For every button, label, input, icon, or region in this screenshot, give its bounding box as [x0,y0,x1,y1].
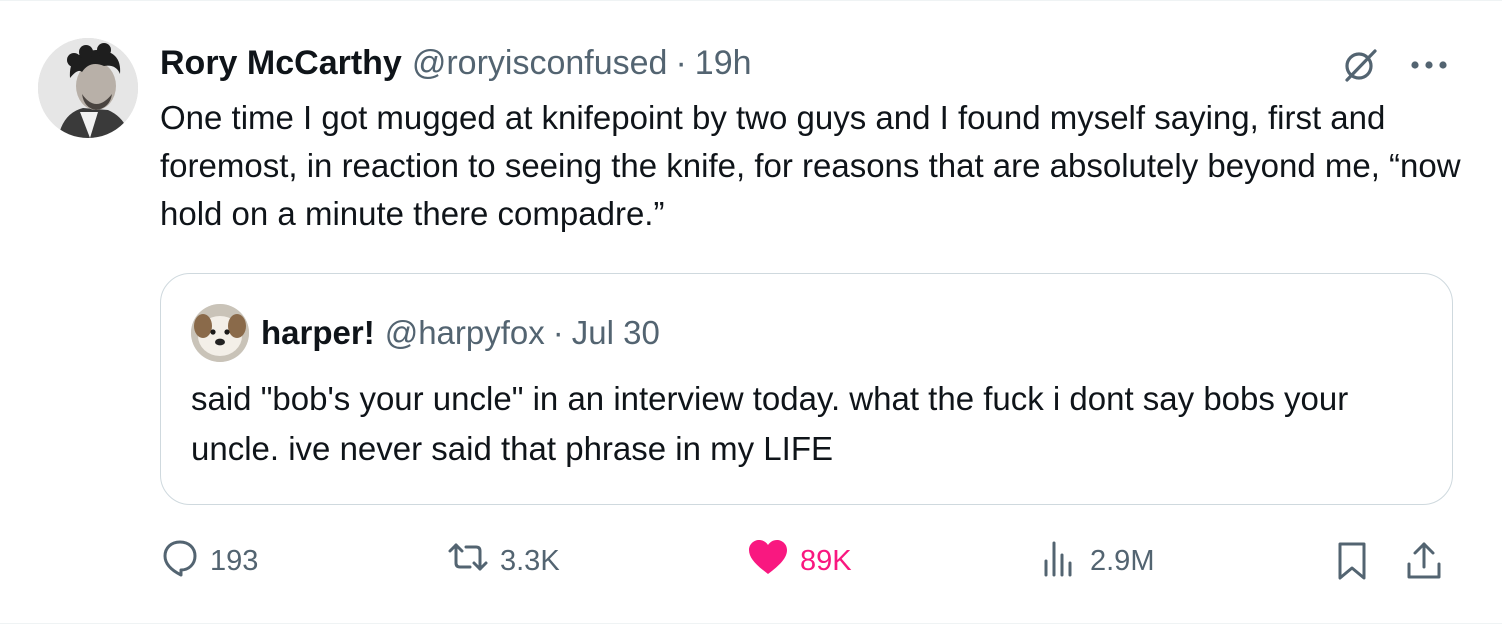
repost-count: 3.3K [500,544,560,577]
quote-avatar[interactable] [191,304,249,362]
quote-user-handle[interactable]: @harpyfox [385,314,545,352]
grok-icon[interactable] [1340,45,1380,85]
views-icon [1040,537,1090,585]
separator: · [675,43,687,82]
quote-header: harper! @harpyfox · Jul 30 [261,312,660,354]
share-button[interactable] [1404,541,1444,581]
quote-timestamp[interactable]: Jul 30 [572,314,660,352]
action-bar: 193 3.3K 89K 2.9M [160,536,1460,586]
quote-separator: · [552,314,564,351]
quoted-tweet[interactable]: harper! @harpyfox · Jul 30 said "bob's y… [160,273,1453,505]
tweet-header: Rory McCarthy @roryisconfused · 19h [160,41,752,85]
quote-text: said "bob's your uncle" in an interview … [191,380,1349,467]
views-button[interactable]: 2.9M [1040,536,1154,586]
more-icon[interactable] [1408,51,1450,79]
tweet[interactable]: Rory McCarthy @roryisconfused · 19h One … [0,0,1502,624]
reply-button[interactable]: 193 [160,536,258,586]
quote-display-name[interactable]: harper! [261,314,375,352]
reply-count: 193 [210,544,259,577]
repost-icon [446,537,500,585]
avatar[interactable] [38,38,138,138]
bookmark-button[interactable] [1332,541,1372,581]
like-button[interactable]: 89K [746,536,852,586]
reply-icon [160,537,210,585]
timestamp[interactable]: 19h [695,44,752,83]
user-handle[interactable]: @roryisconfused [412,44,668,83]
view-count: 2.9M [1090,544,1155,577]
display-name[interactable]: Rory McCarthy [160,44,402,83]
tweet-text: One time I got mugged at knifepoint by t… [160,99,1461,232]
like-count: 89K [800,544,852,577]
repost-button[interactable]: 3.3K [446,536,560,586]
heart-icon [746,537,800,585]
share-icon [1404,542,1444,585]
bookmark-icon [1332,542,1372,585]
